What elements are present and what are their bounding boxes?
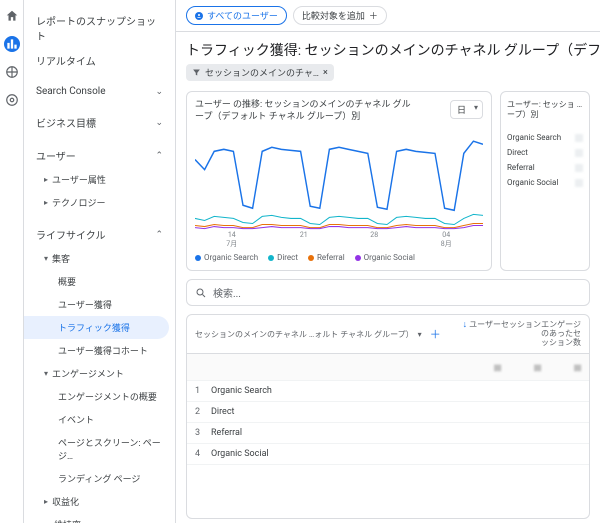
side-row: Referral	[507, 163, 583, 172]
sort-down-icon: ↓	[463, 320, 468, 330]
chart-legend: Organic Search Direct Referral Organic Soci…	[195, 253, 483, 262]
side-breakdown-card: ユーザー: セッショ … ープ）別 Organic Search Direct Re…	[500, 91, 590, 271]
date-unit-select[interactable]: 日	[450, 100, 483, 119]
explore-icon[interactable]	[4, 64, 20, 80]
search-placeholder: 検索...	[213, 285, 241, 300]
chip-add-compare[interactable]: 比較対象を追加＋	[293, 6, 387, 25]
sidebar-item-biz-goal[interactable]: ビジネス目標⌄	[24, 110, 175, 135]
legend-item[interactable]: Direct	[268, 253, 298, 262]
dropdown-icon[interactable]: ▾	[418, 330, 422, 339]
sidebar-item-eng-overview[interactable]: エンゲージメントの概要	[24, 385, 175, 408]
close-icon[interactable]: ×	[323, 68, 328, 78]
plus-icon: ＋	[369, 9, 378, 22]
col-eng-sessions[interactable]: エンゲージのあったセッション数	[541, 321, 581, 347]
chart-title: ユーザー の推移: セッションのメインのチャネル グループ（デフォルト チャネル…	[195, 100, 415, 123]
add-dimension-icon[interactable]: ＋	[430, 326, 441, 342]
sidebar-item-acquisition[interactable]: ▾集客	[24, 247, 175, 270]
col-primary[interactable]: セッションのメインのチャネル …ォルト チャネル グループ）	[195, 329, 414, 340]
chevron-up-icon: ⌃	[155, 230, 163, 240]
table-row[interactable]: 2Direct	[187, 402, 589, 423]
home-icon[interactable]	[4, 8, 20, 24]
table-search[interactable]: 検索...	[186, 279, 590, 306]
table-row[interactable]: 3Referral	[187, 423, 589, 444]
legend-item[interactable]: Referral	[308, 253, 345, 262]
search-icon	[195, 287, 207, 299]
sidebar-item-snapshot[interactable]: レポートのスナップショット	[24, 8, 175, 48]
sidebar-item-user[interactable]: ユーザー⌃	[24, 143, 175, 168]
side-title: ユーザー: セッショ … ープ）別	[507, 100, 583, 119]
sidebar-item-landing[interactable]: ランディング ページ	[24, 467, 175, 490]
chevron-down-icon: ⌄	[155, 87, 163, 97]
caret-right-icon: ▸	[44, 175, 48, 184]
reports-icon[interactable]	[4, 36, 20, 52]
sidebar-item-tech[interactable]: ▸テクノロジー	[24, 191, 175, 214]
caret-right-icon: ▸	[44, 497, 48, 506]
sidebar-item-engagement[interactable]: ▾エンゲージメント	[24, 362, 175, 385]
ads-icon[interactable]	[4, 92, 20, 108]
sidebar-item-search-console[interactable]: Search Console⌄	[24, 81, 175, 102]
sidebar-item-retention[interactable]: 維持率	[24, 513, 175, 523]
caret-right-icon: ▸	[44, 198, 48, 207]
sidebar-item-realtime[interactable]: リアルタイム	[24, 48, 175, 73]
chip-all-users[interactable]: すべてのユーザー	[186, 6, 287, 25]
sidebar: レポートのスナップショット リアルタイム Search Console⌄ ビジネ…	[24, 0, 176, 523]
table-summary-row: ▅▅▅	[187, 354, 589, 381]
filter-icon	[192, 68, 201, 77]
caret-down-icon: ▾	[44, 369, 48, 378]
page-title: トラフィック獲得: セッションのメインのチャネル グループ（デフォルト チャネル…	[176, 32, 600, 64]
filter-chip[interactable]: セッションのメインのチャ… ×	[186, 64, 334, 81]
chevron-down-icon: ⌄	[155, 118, 163, 128]
sidebar-item-events[interactable]: イベント	[24, 408, 175, 431]
x-axis-ticks: 14 7月212804 8月	[195, 231, 483, 249]
sidebar-item-user-attr[interactable]: ▸ユーザー属性	[24, 168, 175, 191]
side-row: Direct	[507, 148, 583, 157]
side-row: Organic Social	[507, 178, 583, 187]
line-chart	[195, 129, 483, 231]
trend-chart-card: ユーザー の推移: セッションのメインのチャネル グループ（デフォルト チャネル…	[186, 91, 492, 271]
legend-item[interactable]: Organic Search	[195, 253, 258, 262]
legend-item[interactable]: Organic Social	[355, 253, 415, 262]
table-row[interactable]: 4Organic Social	[187, 444, 589, 465]
sidebar-item-user-acq-cohort[interactable]: ユーザー獲得コホート	[24, 339, 175, 362]
sidebar-item-overview[interactable]: 概要	[24, 270, 175, 293]
chevron-up-icon: ⌃	[155, 151, 163, 161]
data-table: セッションのメインのチャネル …ォルト チャネル グループ） ▾ ＋ ↓ユーザー…	[186, 314, 590, 519]
comparison-bar: すべてのユーザー 比較対象を追加＋	[176, 0, 600, 32]
side-row: Organic Search	[507, 133, 583, 142]
table-row[interactable]: 1Organic Search	[187, 381, 589, 402]
sidebar-item-traffic-acq[interactable]: トラフィック獲得	[24, 316, 169, 339]
sidebar-item-user-acq[interactable]: ユーザー獲得	[24, 293, 175, 316]
user-dot-icon	[195, 12, 203, 20]
sidebar-item-lifecycle[interactable]: ライフサイクル⌃	[24, 222, 175, 247]
col-sessions[interactable]: セッション	[501, 321, 541, 347]
col-users[interactable]: ↓ユーザー	[461, 321, 501, 347]
caret-down-icon: ▾	[44, 254, 48, 263]
sidebar-item-pages[interactable]: ページとスクリーン: ページ…	[24, 431, 175, 467]
sidebar-item-monetize[interactable]: ▸収益化	[24, 490, 175, 513]
